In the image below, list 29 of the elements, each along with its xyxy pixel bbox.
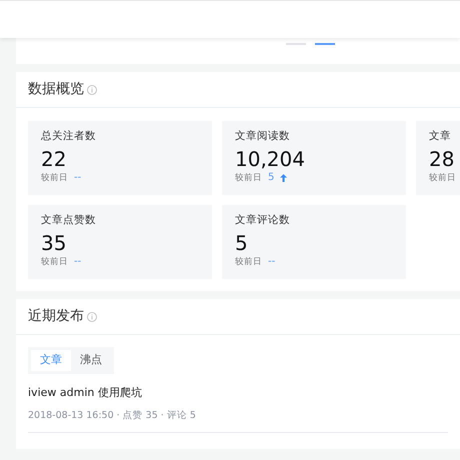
compare-label: 较前日: [235, 172, 262, 184]
stat-value: 10,204: [235, 146, 306, 172]
compare-label: 较前日: [235, 256, 262, 268]
tab[interactable]: 沸点: [71, 350, 111, 370]
stat-value: 22: [41, 146, 68, 172]
compare-label: 较前日: [429, 172, 456, 184]
stat-label: 文章: [429, 129, 452, 143]
compare-label: 较前日: [41, 256, 68, 268]
info-icon: [87, 84, 97, 94]
delta-value: 5: [268, 172, 274, 184]
stat-label: 文章阅读数: [235, 129, 291, 143]
post-title[interactable]: iview admin 使用爬坑: [28, 384, 448, 401]
stat-value: 35: [41, 230, 68, 256]
compare-label: 较前日: [41, 172, 68, 184]
stat-label: 文章评论数: [235, 213, 291, 227]
stat-label: 总关注者数: [41, 129, 97, 143]
delta-value: --: [268, 256, 276, 268]
post-meta: 2018-08-13 16:50 · 点赞 35 · 评论 5: [28, 409, 197, 423]
tab[interactable]: 文章: [31, 350, 71, 370]
stat-value: 5: [235, 230, 249, 256]
panel-title: 数据概览: [28, 80, 84, 99]
delta-value: --: [74, 172, 82, 184]
delta-value: --: [74, 256, 82, 268]
stat-value: 28: [429, 146, 456, 172]
panel-title: 近期发布: [28, 307, 84, 326]
carousel-indicator[interactable]: [315, 43, 335, 45]
up-arrow-icon: [280, 174, 288, 182]
stat-label: 文章点赞数: [41, 213, 97, 227]
info-icon: [87, 312, 97, 322]
